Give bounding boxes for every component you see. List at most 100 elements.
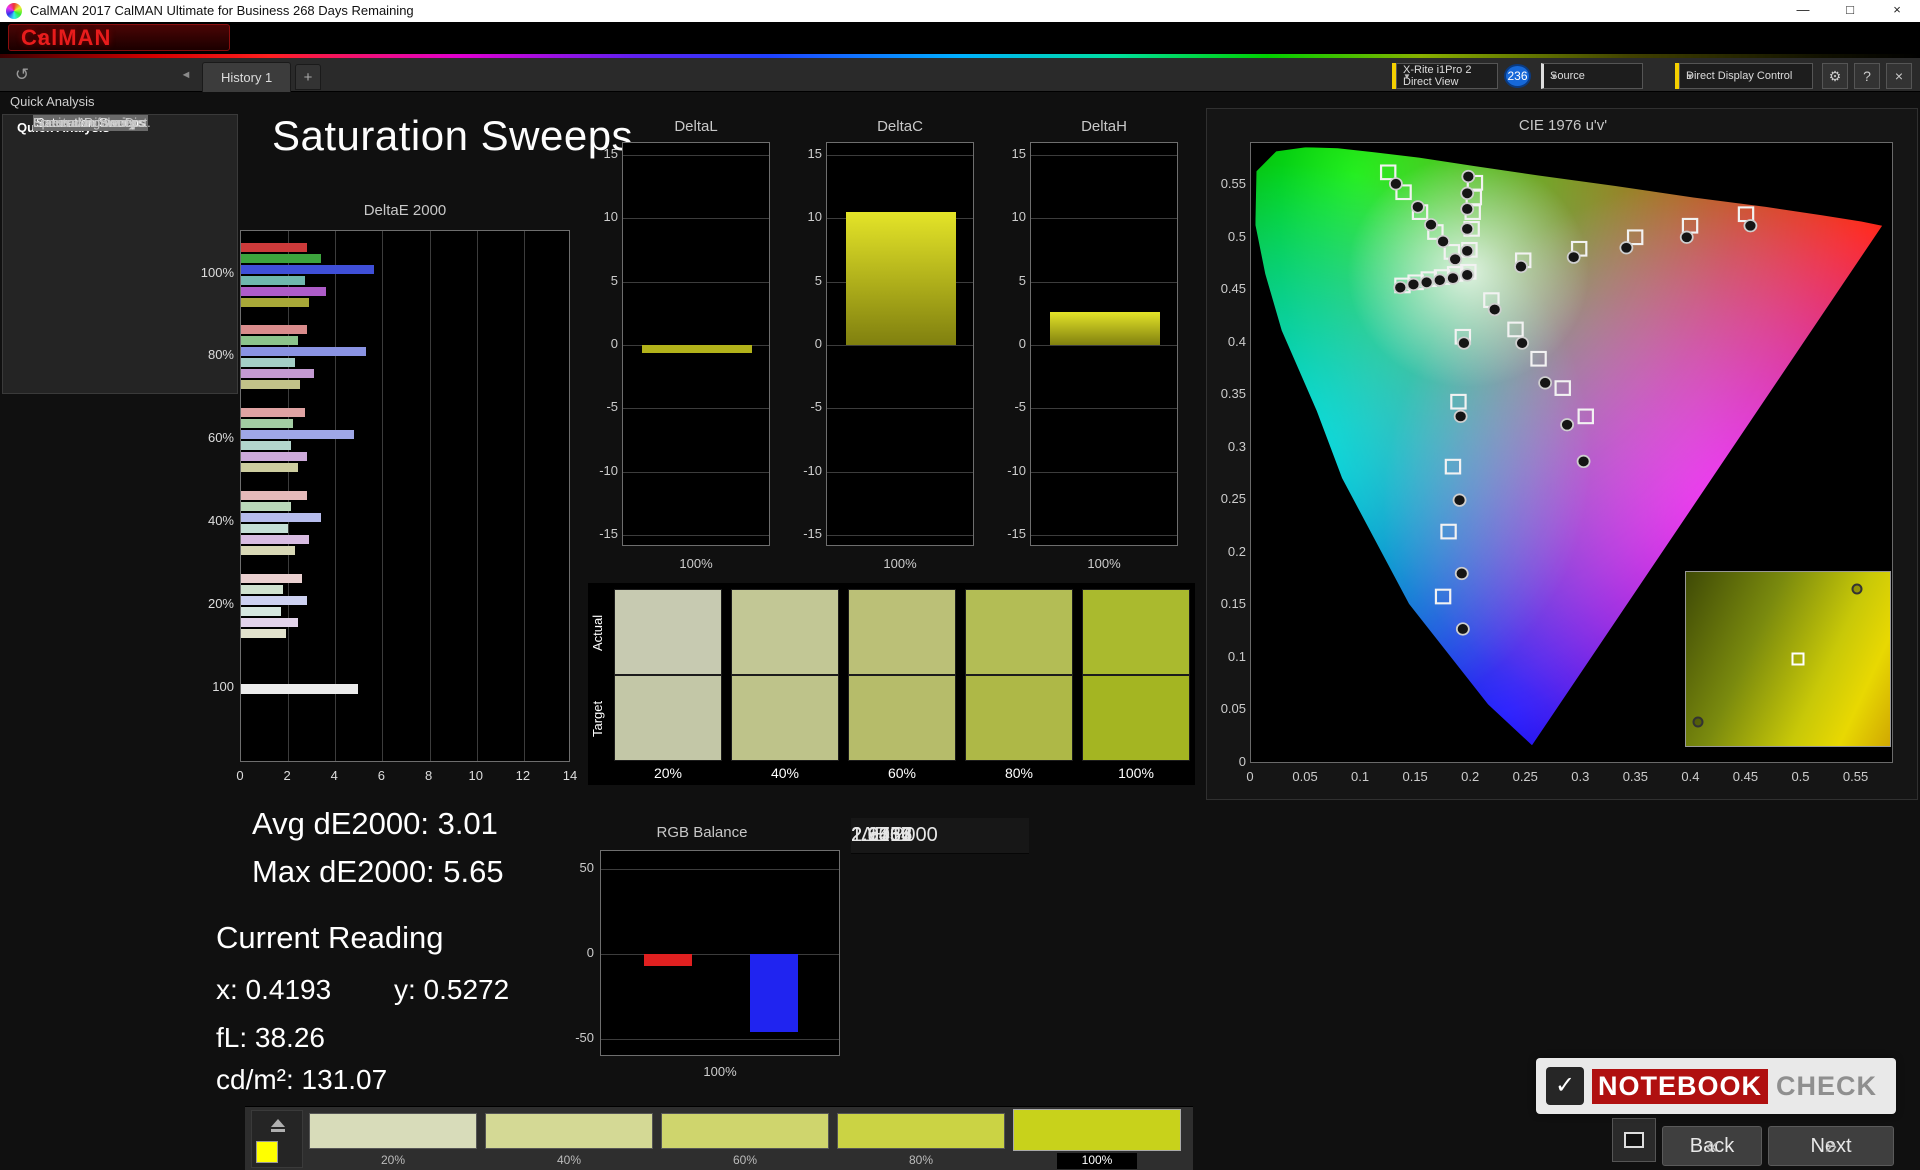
deltae-bar <box>241 325 307 335</box>
deltae-bar <box>241 606 282 616</box>
tab-history-1[interactable]: History 1 <box>202 62 292 92</box>
sidebar-header: Quick Analysis <box>10 94 95 109</box>
cie-diagram-panel: CIE 1976 u'v' 0 0.05 0.1 0.15 0.2 0.25 0.3 0.35… <box>1206 108 1918 800</box>
target-swatch-100% <box>1082 675 1190 761</box>
x-tick-label: 0.35 <box>1622 769 1649 784</box>
y-tick-label: -5 <box>606 399 618 415</box>
deltae-bar <box>241 297 310 307</box>
pattern-swatch-80%[interactable] <box>837 1113 1005 1149</box>
deltae-bar <box>241 545 296 555</box>
y-tick-label: 100 <box>212 678 234 694</box>
y-tick-label: -50 <box>575 1029 594 1045</box>
swatch-label: 80% <box>1004 765 1034 781</box>
next-chevron-icon: » <box>1824 1133 1838 1158</box>
settings-gear-button[interactable]: ⚙ <box>1822 63 1848 89</box>
minimize-button[interactable]: — <box>1780 0 1826 22</box>
y-tick-label: 0.35 <box>1220 386 1246 402</box>
x-tick-label: 8 <box>424 768 433 783</box>
chevron-down-icon: ▼ <box>35 31 46 44</box>
y-tick-label: 0.55 <box>1220 176 1246 192</box>
deltae-bar <box>241 286 326 296</box>
display-control-dropdown[interactable]: Direct Display Control ▼ <box>1679 63 1813 89</box>
deltae-bar <box>241 264 375 274</box>
swatch-label: 60% <box>887 765 917 781</box>
results-table: 20%40%60%80%100% x: CIE310.32970.35220.3… <box>851 818 1593 1104</box>
close-button[interactable]: × <box>1874 0 1920 22</box>
sidebar-collapse-button[interactable]: ◄ <box>176 65 196 85</box>
pattern-swatch-100%[interactable] <box>1013 1109 1181 1151</box>
chart-title: DeltaE 2000 <box>363 202 447 219</box>
workspace-close-button[interactable]: × <box>1886 63 1912 89</box>
deltae-bar <box>241 347 366 357</box>
pattern-swatch-20%[interactable] <box>309 1113 477 1149</box>
reading-x: x: 0.4193 <box>216 974 332 1005</box>
x-tick-label: 0.1 <box>1351 769 1370 784</box>
pattern-swatch-label: 60% <box>732 1153 758 1167</box>
x-tick-label: 0.5 <box>1791 769 1810 784</box>
x-tick-label: 6 <box>377 768 386 783</box>
pattern-swatch-label: 40% <box>556 1153 582 1167</box>
table-row: ΔE 2000 2.0136 1.9466 2.1762 2.3354 2.6017 <box>851 818 1029 854</box>
notebookcheck-watermark: ✓ NOTEBOOK CHECK <box>1536 1058 1896 1114</box>
measurement-count-badge[interactable]: 236 <box>1504 64 1531 88</box>
deltae-bar <box>241 523 289 533</box>
pattern-swatch-40%[interactable] <box>485 1113 653 1149</box>
deltae-bar <box>241 336 298 346</box>
pattern-display-button[interactable] <box>1612 1118 1656 1162</box>
y-tick-label: 0 <box>1238 754 1246 769</box>
x-tick-label: 0 <box>236 768 244 783</box>
deltac-plot <box>826 142 974 546</box>
y-tick-label: 50 <box>579 860 594 876</box>
reading-fl: fL: 38.26 <box>216 1022 325 1053</box>
y-tick-label: 0 <box>1018 336 1026 351</box>
deltae-bar <box>241 358 296 368</box>
y-tick-label: -15 <box>599 526 618 541</box>
back-button[interactable]: « Back <box>1662 1126 1762 1166</box>
avg-de2000-reading: Avg dE2000: 3.01 <box>252 806 498 841</box>
deltae-bar <box>241 683 358 694</box>
inset-circle-marker <box>1692 716 1704 728</box>
actual-swatch-40% <box>731 589 839 675</box>
y-tick-label: 100% <box>200 264 234 280</box>
next-button[interactable]: Next » <box>1768 1126 1894 1166</box>
pattern-swatch-60%[interactable] <box>661 1113 829 1149</box>
pattern-strip: 20% 40% 60% 80% 100% <box>245 1106 1193 1170</box>
y-tick-label: 40% <box>207 512 234 528</box>
deltae-bar <box>241 380 300 390</box>
x-tick-label: 2 <box>283 768 291 783</box>
meter-dropdown[interactable]: X-Rite i1Pro 2 Direct View ▼ <box>1396 63 1498 89</box>
actual-swatch-80% <box>965 589 1073 675</box>
x-axis-label: 100% <box>703 1064 737 1079</box>
y-tick-label: 0.2 <box>1227 543 1246 559</box>
inset-circle-marker <box>1851 583 1863 595</box>
help-button[interactable]: ? <box>1854 63 1880 89</box>
y-tick-label: 10 <box>603 209 618 225</box>
source-dropdown[interactable]: Source ▼ <box>1541 63 1643 89</box>
y-tick-label: -15 <box>1007 526 1026 541</box>
refresh-icon[interactable]: ↺ <box>10 63 34 87</box>
reading-cdm2: cd/m²: 131.07 <box>216 1064 388 1095</box>
chart-title: DeltaC <box>877 118 923 135</box>
back-chevron-icon: « <box>1705 1133 1719 1158</box>
watermark-text: CHECK <box>1776 1070 1878 1101</box>
y-tick-label: -15 <box>803 526 822 541</box>
y-tick-label: 0.15 <box>1220 596 1246 612</box>
y-tick-label: 0.5 <box>1227 228 1246 244</box>
tab-add-button[interactable]: + <box>295 64 321 90</box>
deltae-bar <box>241 430 355 440</box>
y-tick-label: 0 <box>814 336 822 351</box>
chevron-down-icon: ▼ <box>1403 71 1411 81</box>
deltae-bar <box>241 463 298 473</box>
deltae-bar <box>241 408 305 418</box>
app-window: CalMAN 2017 CalMAN Ultimate for Business… <box>0 0 1920 1170</box>
target-swatch-80% <box>965 675 1073 761</box>
current-reading-heading: Current Reading <box>216 920 444 955</box>
deltae-bar <box>241 242 307 252</box>
y-tick-label: -10 <box>803 462 822 478</box>
calman-logo-menu[interactable]: CalMAN ▼ <box>8 24 230 51</box>
swatch-label: 20% <box>653 765 683 781</box>
x-tick-label: 0.25 <box>1512 769 1538 784</box>
x-tick-label: 0 <box>1246 769 1254 784</box>
maximize-button[interactable]: □ <box>1827 0 1873 22</box>
x-axis-label: 100% <box>883 556 917 571</box>
